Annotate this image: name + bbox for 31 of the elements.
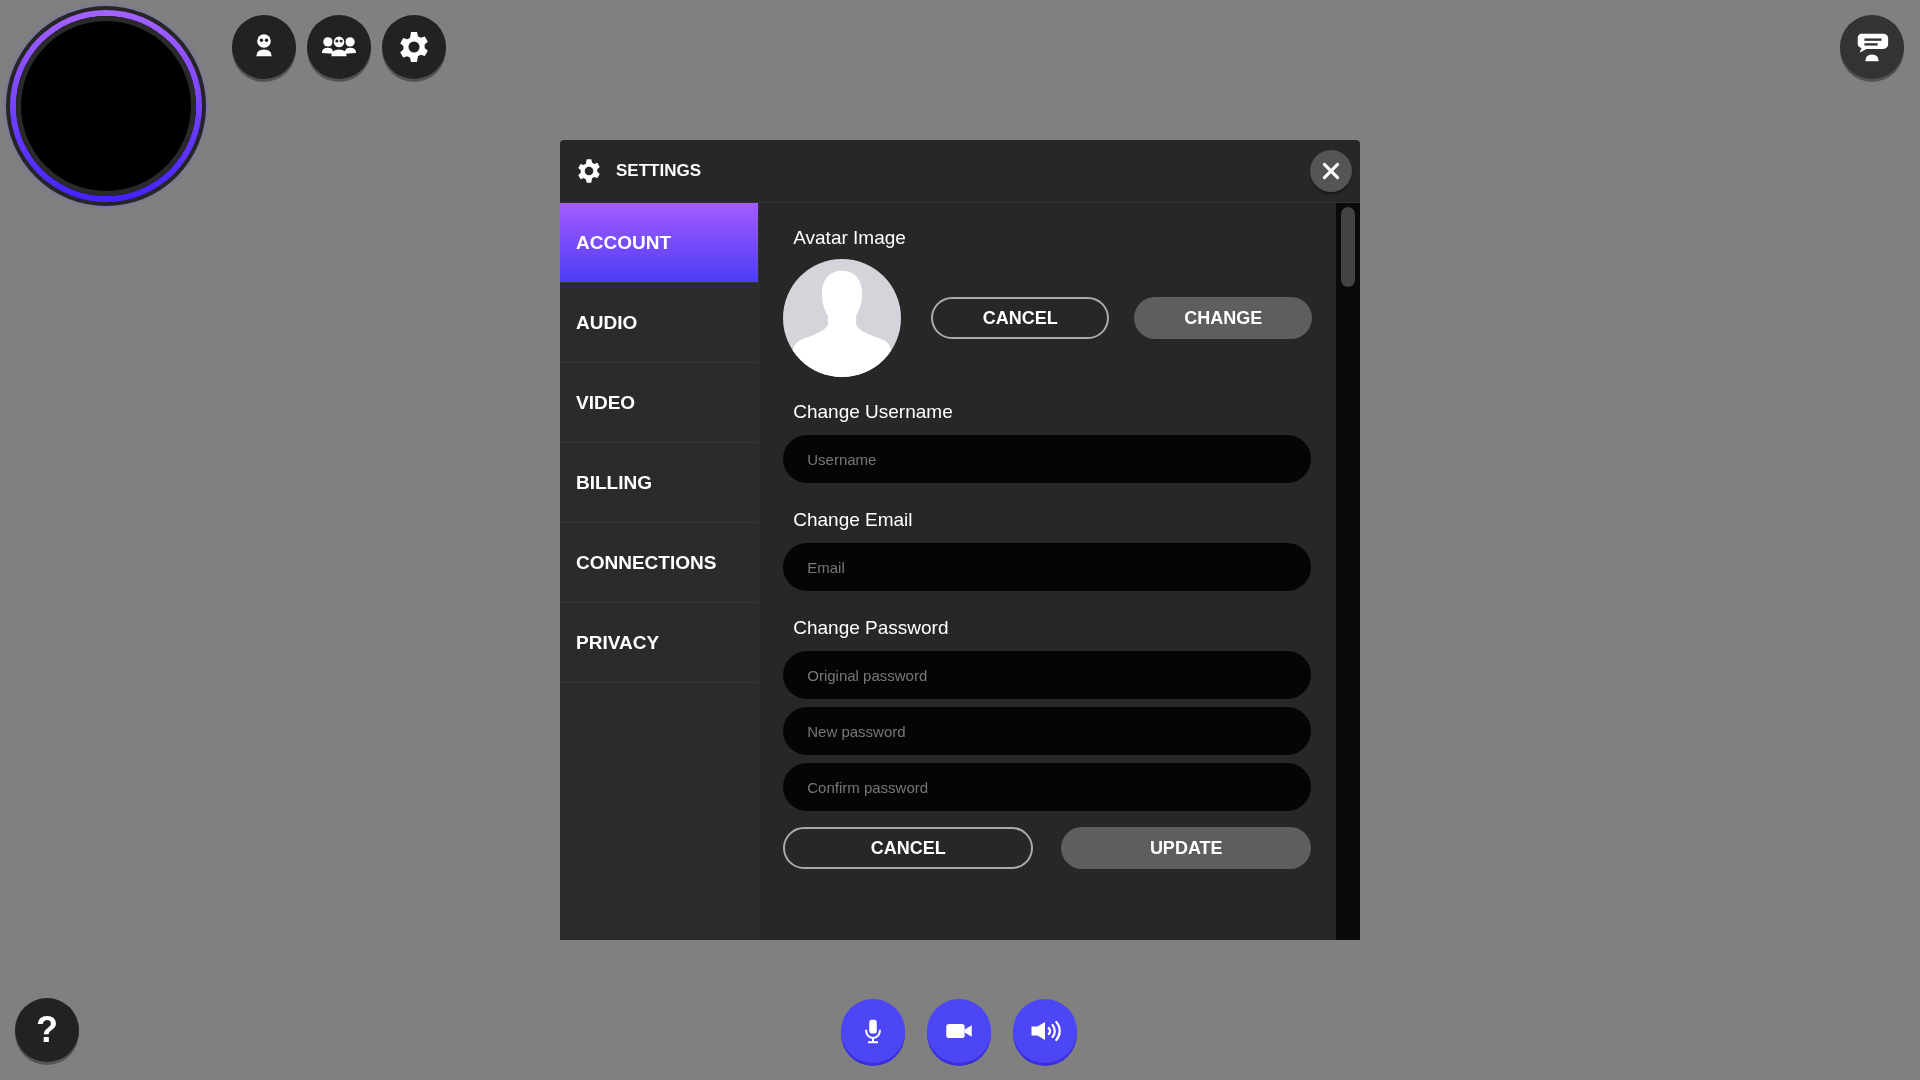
section-label: Avatar Image <box>792 227 907 249</box>
close-button[interactable] <box>1310 150 1352 192</box>
camera-icon[interactable] <box>927 999 991 1063</box>
chat-icon[interactable] <box>1840 15 1904 79</box>
section-label: Change Email <box>792 509 914 531</box>
input-field[interactable]: Email <box>783 543 1312 591</box>
input-field[interactable]: Original password <box>783 651 1312 699</box>
dialog-title: SETTINGS <box>616 161 702 181</box>
group-icon[interactable] <box>307 15 371 79</box>
input-field[interactable]: Confirm password <box>783 763 1312 811</box>
scrollbar-thumb[interactable] <box>1341 207 1356 287</box>
microphone-icon[interactable] <box>841 999 905 1063</box>
sidebar-tab[interactable]: PRIVACY <box>560 603 759 683</box>
sidebar-tab[interactable]: ACCOUNT <box>560 203 759 283</box>
help-button[interactable]: ? <box>15 998 79 1062</box>
cancel-button[interactable]: CANCEL <box>931 297 1110 339</box>
sidebar-tab[interactable]: VIDEO <box>560 363 759 443</box>
section-label: Change Password <box>792 617 950 639</box>
update-button[interactable]: UPDATE <box>1061 827 1312 869</box>
input-field[interactable]: New password <box>783 707 1312 755</box>
change-button[interactable]: CHANGE <box>1134 297 1313 339</box>
settings-icon[interactable] <box>382 15 446 79</box>
close-icon <box>1320 160 1342 182</box>
cancel-button[interactable]: CANCEL <box>783 827 1034 869</box>
input-field[interactable]: Username <box>783 435 1312 483</box>
user-icon[interactable] <box>232 15 296 79</box>
sidebar-tab[interactable]: CONNECTIONS <box>560 523 759 603</box>
sidebar-tab[interactable]: AUDIO <box>560 283 759 363</box>
speaker-icon[interactable] <box>1013 999 1077 1063</box>
sidebar-tab[interactable]: BILLING <box>560 443 759 523</box>
section-label: Change Username <box>792 401 954 423</box>
